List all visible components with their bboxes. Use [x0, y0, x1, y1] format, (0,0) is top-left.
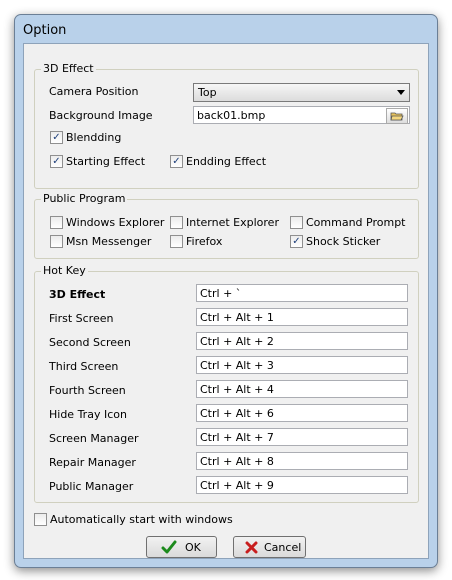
- msn-messenger-label: Msn Messenger: [66, 235, 152, 248]
- hotkey-field-public-manager[interactable]: Ctrl + Alt + 9: [196, 476, 408, 494]
- command-prompt-checkbox[interactable]: [290, 216, 303, 229]
- camera-position-select[interactable]: Top: [193, 83, 410, 102]
- hotkey-field-second-screen[interactable]: Ctrl + Alt + 2: [196, 332, 408, 350]
- windows-explorer-checkbox[interactable]: [50, 216, 63, 229]
- public-program-legend: Public Program: [41, 192, 128, 205]
- blending-checkbox[interactable]: ✓: [50, 131, 63, 144]
- hotkey-label-screen-manager: Screen Manager: [49, 432, 139, 445]
- hotkey-label-second-screen: Second Screen: [49, 336, 131, 349]
- hotkey-label-fourth-screen: Fourth Screen: [49, 384, 126, 397]
- hotkey-field-screen-manager[interactable]: Ctrl + Alt + 7: [196, 428, 408, 446]
- autostart-label: Automatically start with windows: [50, 513, 233, 526]
- ending-effect-checkbox[interactable]: ✓: [170, 155, 183, 168]
- ok-label: OK: [185, 541, 201, 554]
- hotkey-label-third-screen: Third Screen: [49, 360, 119, 373]
- msn-messenger-checkbox[interactable]: [50, 235, 63, 248]
- firefox-label: Firefox: [186, 235, 223, 248]
- checkmark-icon: [161, 540, 177, 554]
- open-folder-icon: [390, 112, 404, 121]
- browse-button[interactable]: [386, 108, 408, 124]
- window-title: Option: [23, 23, 67, 38]
- hotkey-label-repair-manager: Repair Manager: [49, 456, 136, 469]
- hotkey-field-3d-effect[interactable]: Ctrl + `: [196, 284, 408, 302]
- dialog-body: 3D Effect Camera Position Top Background…: [23, 43, 429, 559]
- background-image-label: Background Image: [49, 109, 153, 122]
- shock-sticker-checkbox[interactable]: ✓: [290, 235, 303, 248]
- background-image-field[interactable]: back01.bmp: [193, 106, 410, 124]
- hotkey-field-hide-tray-icon[interactable]: Ctrl + Alt + 6: [196, 404, 408, 422]
- ending-effect-label: Endding Effect: [186, 155, 267, 168]
- hotkey-label-public-manager: Public Manager: [49, 480, 134, 493]
- hotkey-field-fourth-screen[interactable]: Ctrl + Alt + 4: [196, 380, 408, 398]
- effect-group: 3D Effect Camera Position Top Background…: [34, 62, 419, 189]
- hotkey-label-first-screen: First Screen: [49, 312, 114, 325]
- blending-label: Blendding: [66, 131, 122, 144]
- chevron-down-icon: [397, 90, 405, 95]
- camera-position-label: Camera Position: [49, 85, 139, 98]
- hotkey-field-third-screen[interactable]: Ctrl + Alt + 3: [196, 356, 408, 374]
- hotkey-field-first-screen[interactable]: Ctrl + Alt + 1: [196, 308, 408, 326]
- starting-effect-checkbox[interactable]: ✓: [50, 155, 63, 168]
- command-prompt-label: Command Prompt: [306, 216, 406, 229]
- windows-explorer-label: Windows Explorer: [66, 216, 165, 229]
- internet-explorer-checkbox[interactable]: [170, 216, 183, 229]
- background-image-value: back01.bmp: [197, 109, 266, 122]
- option-dialog: Option 3D Effect Camera Position Top Bac…: [14, 14, 438, 568]
- ok-button[interactable]: OK: [146, 536, 217, 558]
- internet-explorer-label: Internet Explorer: [186, 216, 279, 229]
- hotkey-legend: Hot Key: [41, 264, 88, 277]
- starting-effect-label: Starting Effect: [66, 155, 146, 168]
- cross-icon: [245, 541, 258, 554]
- public-program-group: Public Program Windows Explorer Internet…: [34, 192, 419, 259]
- hotkey-field-repair-manager[interactable]: Ctrl + Alt + 8: [196, 452, 408, 470]
- effect-legend: 3D Effect: [41, 62, 96, 75]
- autostart-checkbox[interactable]: [34, 513, 47, 526]
- camera-position-value: Top: [198, 86, 217, 99]
- cancel-button[interactable]: Cancel: [233, 536, 306, 558]
- hotkey-label-hide-tray-icon: Hide Tray Icon: [49, 408, 127, 421]
- shock-sticker-label: Shock Sticker: [306, 235, 381, 248]
- cancel-label: Cancel: [264, 541, 302, 554]
- hotkey-label-3d-effect: 3D Effect: [49, 288, 106, 301]
- firefox-checkbox[interactable]: [170, 235, 183, 248]
- hotkey-group: Hot Key 3D Effect Ctrl + ` First Screen …: [34, 264, 419, 503]
